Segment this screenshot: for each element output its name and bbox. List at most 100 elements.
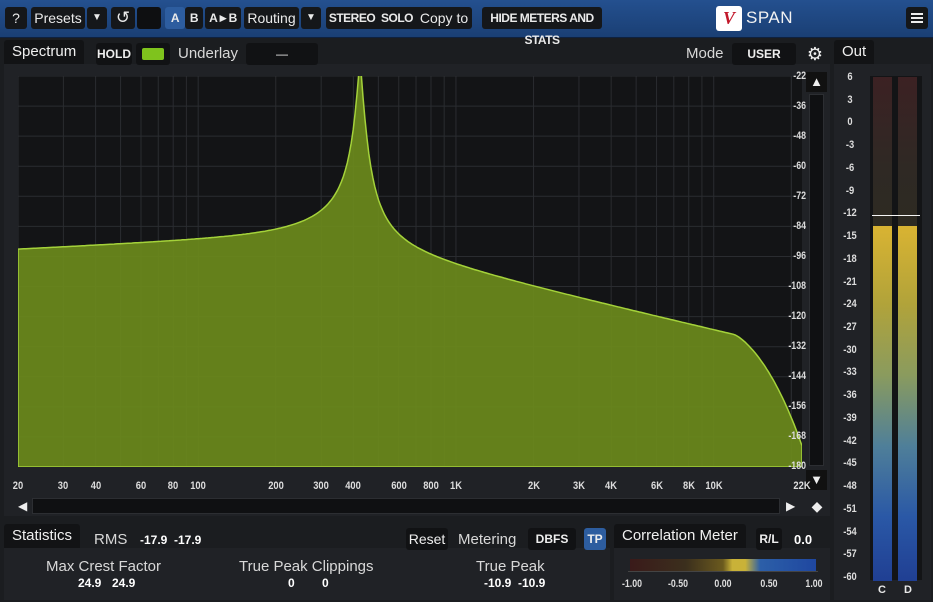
- rms-right-value: -17.9: [174, 533, 202, 547]
- max-crest-left-value: 24.9: [78, 576, 102, 590]
- undo-button[interactable]: ↺: [111, 7, 135, 29]
- reset-button[interactable]: Reset: [406, 528, 448, 550]
- correlation-tick-label: 1.00: [805, 578, 823, 590]
- level-tick-label: -180: [788, 460, 806, 472]
- routing-button[interactable]: Routing: [244, 7, 299, 29]
- output-tick-label: -3: [845, 139, 855, 152]
- hide-meters-button[interactable]: HIDE METERS AND STATS: [482, 7, 602, 47]
- output-tick-label: -45: [843, 457, 857, 470]
- correlation-panel: [614, 548, 830, 600]
- spectrum-graph: [17, 70, 803, 468]
- scroll-left-arrow-icon[interactable]: ◀: [18, 498, 32, 514]
- level-tick-label: -132: [788, 340, 806, 352]
- tab-statistics[interactable]: Statistics: [4, 524, 81, 548]
- tab-spectrum[interactable]: Spectrum: [4, 40, 85, 64]
- frequency-scroll-track[interactable]: [32, 498, 780, 514]
- level-tick-label: -96: [793, 250, 806, 262]
- redo-button[interactable]: [137, 7, 161, 29]
- output-tick-label: -6: [845, 161, 855, 174]
- clippings-left-value: 0: [288, 576, 295, 590]
- copy-a-to-b-button[interactable]: A►B: [205, 7, 241, 29]
- output-tick-label: -15: [843, 230, 857, 243]
- frequency-tick-label: 800: [423, 480, 439, 492]
- zoom-reset-icon[interactable]: ◆: [808, 497, 826, 515]
- correlation-tick-label: -0.50: [667, 578, 688, 590]
- meter-channel-d-bar: [898, 226, 917, 581]
- correlation-mode-select[interactable]: R/L: [756, 528, 782, 550]
- hamburger-icon-line: [911, 17, 923, 19]
- underlay-select[interactable]: —: [246, 43, 318, 65]
- hold-toggle[interactable]: [136, 43, 170, 65]
- output-tick-label: -42: [843, 434, 857, 447]
- clippings-right-value: 0: [322, 576, 329, 590]
- frequency-tick-label: 22K: [793, 480, 811, 492]
- level-tick-label: -168: [788, 430, 806, 442]
- peak-hold-line: [872, 215, 920, 216]
- preset-a-button[interactable]: A: [165, 7, 185, 29]
- settings-gear-icon[interactable]: ⚙: [803, 43, 827, 65]
- meter-channel-c-bar: [873, 226, 892, 581]
- output-tick-label: -51: [843, 502, 857, 515]
- true-peak-toggle[interactable]: TP: [584, 528, 606, 550]
- frequency-tick-label: 4K: [605, 480, 618, 492]
- level-tick-label: -108: [788, 280, 806, 292]
- rms-left-value: -17.9: [140, 533, 168, 547]
- frequency-tick-label: 40: [90, 480, 101, 492]
- channel-label-c: C: [878, 584, 886, 596]
- solo-button[interactable]: SOLO: [380, 7, 414, 29]
- chevron-down-icon: ▼: [306, 12, 316, 23]
- metering-label: Metering: [458, 531, 517, 548]
- hold-led-icon: [142, 48, 164, 60]
- output-tick-label: -12: [843, 207, 857, 220]
- true-peak-left-value: -10.9: [484, 576, 512, 590]
- help-button[interactable]: ?: [5, 7, 27, 29]
- frequency-tick-label: 400: [345, 480, 362, 492]
- frequency-tick-label: 300: [313, 480, 329, 492]
- spectrum-display[interactable]: [17, 70, 803, 468]
- level-tick-label: -156: [788, 400, 806, 412]
- output-tick-label: -18: [843, 252, 857, 265]
- tab-correlation-meter[interactable]: Correlation Meter: [614, 524, 746, 548]
- metering-select[interactable]: DBFS: [528, 528, 576, 550]
- frequency-tick-label: 6K: [650, 480, 663, 492]
- mode-select[interactable]: USER: [732, 43, 796, 65]
- copy-to-button[interactable]: Copy to: [418, 7, 470, 29]
- chevron-down-icon: ▼: [92, 12, 102, 23]
- frequency-tick-label: 8K: [682, 480, 695, 492]
- level-tick-label: -36: [793, 100, 806, 112]
- level-tick-label: -120: [788, 310, 806, 322]
- output-tick-label: 3: [847, 93, 853, 106]
- hold-button[interactable]: HOLD: [96, 43, 132, 65]
- preset-b-button[interactable]: B: [185, 7, 203, 29]
- scroll-right-arrow-icon[interactable]: ▶: [786, 498, 800, 514]
- output-tick-label: -54: [843, 525, 857, 538]
- frequency-tick-label: 60: [135, 480, 147, 492]
- tab-out[interactable]: Out: [834, 40, 875, 64]
- frequency-tick-label: 3K: [572, 480, 585, 492]
- level-scrollbar[interactable]: ▲ ▼: [806, 72, 827, 492]
- undo-icon: ↺: [115, 8, 131, 27]
- channel-label-d: D: [904, 584, 912, 596]
- hamburger-icon-line: [911, 21, 923, 23]
- presets-dropdown-button[interactable]: ▼: [87, 7, 107, 29]
- output-tick-label: -60: [843, 571, 857, 583]
- level-tick-label: -60: [793, 160, 806, 172]
- output-tick-label: -57: [843, 548, 857, 561]
- level-scroll-track[interactable]: [809, 94, 824, 466]
- level-tick-label: -144: [788, 370, 806, 382]
- frequency-tick-label: 600: [390, 480, 407, 492]
- frequency-tick-label: 100: [190, 480, 206, 492]
- correlation-tick-label: 0.00: [714, 578, 732, 590]
- meter-channel-d-headroom: [898, 77, 917, 226]
- stereo-button[interactable]: STEREO: [328, 7, 376, 29]
- true-peak-label: True Peak: [476, 558, 545, 575]
- frequency-tick-label: 20: [12, 480, 24, 492]
- scroll-up-arrow-icon[interactable]: ▲: [806, 72, 827, 92]
- output-tick-label: -39: [843, 411, 857, 424]
- presets-button[interactable]: Presets: [31, 7, 85, 29]
- menu-button[interactable]: [906, 7, 928, 29]
- routing-dropdown-button[interactable]: ▼: [301, 7, 321, 29]
- output-tick-label: -33: [843, 366, 857, 379]
- correlation-value: 0.0: [794, 532, 813, 547]
- underlay-label: Underlay: [178, 45, 239, 62]
